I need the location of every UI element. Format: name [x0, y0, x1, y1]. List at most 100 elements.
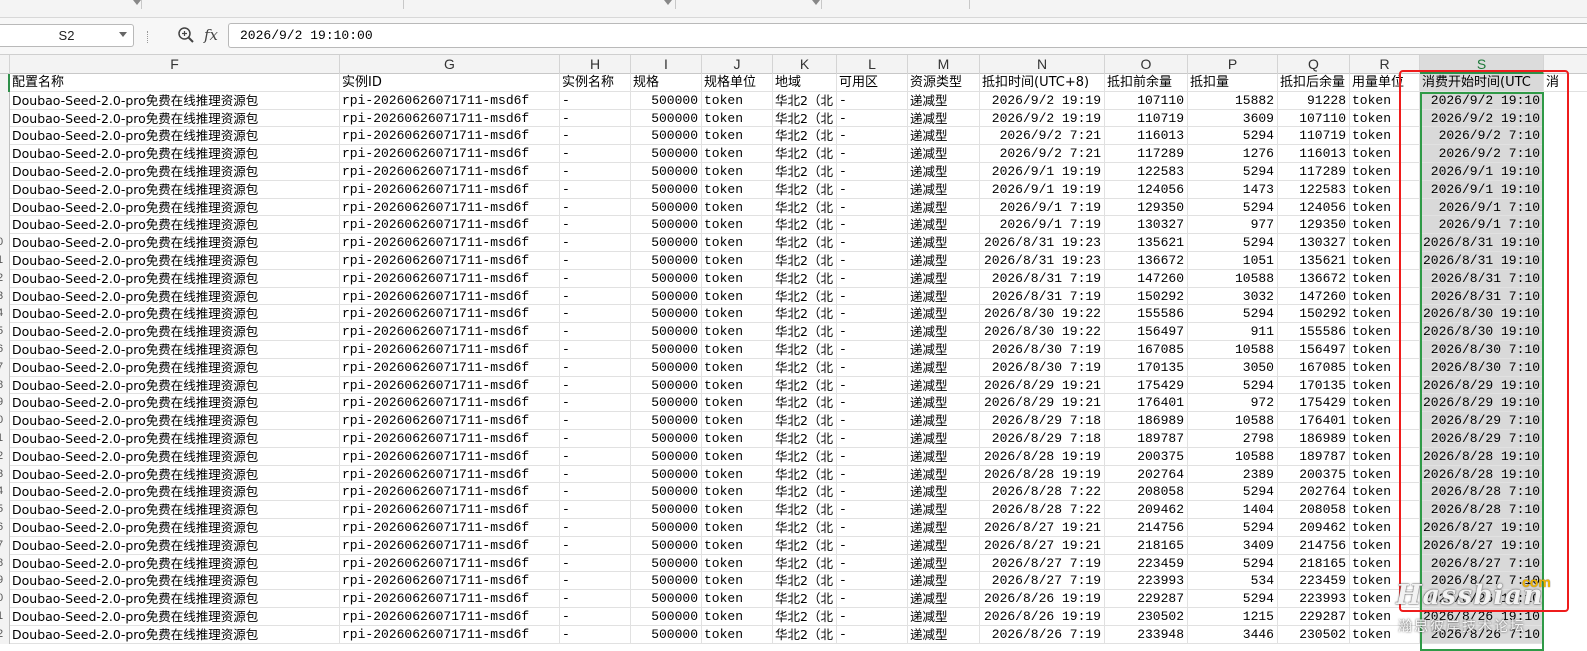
table-cell[interactable]: Doubao-Seed-2.0-pro免费在线推理资源包: [10, 269, 340, 288]
table-cell[interactable]: Doubao-Seed-2.0-pro免费在线推理资源包: [10, 608, 340, 626]
table-cell[interactable]: -: [560, 412, 631, 430]
fx-label[interactable]: fx: [204, 26, 218, 44]
sheet-grid[interactable]: 配置名称 实例ID 实例名称 规格 规格单位 地域 可用区 资源类型 抵扣时间(UTC+8) 抵扣…: [0, 74, 1587, 651]
table-cell[interactable]: -: [560, 590, 631, 608]
table-cell[interactable]: 递减型: [908, 430, 980, 448]
table-cell[interactable]: 抵扣后余量: [1278, 74, 1350, 92]
table-cell[interactable]: -: [837, 572, 908, 591]
table-cell[interactable]: 规格: [631, 74, 702, 92]
table-cell[interactable]: token: [1350, 163, 1420, 181]
table-cell[interactable]: 2026/8/29 19:21: [980, 376, 1105, 395]
table-cell[interactable]: 2026/8/29 7:10: [1420, 430, 1544, 448]
table-cell[interactable]: 500000: [631, 447, 702, 466]
table-cell[interactable]: Doubao-Seed-2.0-pro免费在线推理资源包: [10, 180, 340, 199]
table-cell[interactable]: 534: [1188, 572, 1278, 591]
table-cell[interactable]: 500000: [631, 109, 702, 128]
table-cell[interactable]: 2026/8/27 19:10: [1420, 536, 1544, 555]
table-cell[interactable]: 2026/8/31 19:10: [1420, 252, 1544, 270]
table-cell[interactable]: 1051: [1188, 252, 1278, 270]
table-cell[interactable]: token: [702, 536, 773, 555]
table-cell[interactable]: 2026/8/30 19:22: [980, 323, 1105, 341]
table-row[interactable]: Doubao-Seed-2.0-pro免费在线推理资源包 rpi-20260626…: [0, 163, 1587, 181]
table-cell[interactable]: 130327: [1278, 234, 1350, 252]
column-header-k[interactable]: K: [773, 55, 837, 74]
table-cell[interactable]: token: [702, 412, 773, 430]
row-header[interactable]: 0: [0, 234, 10, 252]
row-header[interactable]: [0, 74, 10, 92]
row-header[interactable]: 0: [0, 590, 10, 608]
table-cell[interactable]: 189787: [1105, 430, 1188, 448]
table-cell[interactable]: 500000: [631, 305, 702, 324]
table-cell[interactable]: 117289: [1105, 145, 1188, 163]
table-cell[interactable]: Doubao-Seed-2.0-pro免费在线推理资源包: [10, 625, 340, 644]
table-cell[interactable]: -: [560, 625, 631, 644]
row-header[interactable]: 5: [0, 501, 10, 519]
table-row[interactable]: 5Doubao-Seed-2.0-pro免费在线推理资源包rpi-2026062…: [0, 501, 1587, 519]
table-cell[interactable]: 156497: [1278, 341, 1350, 359]
table-cell[interactable]: rpi-20260626071711-msd6f: [340, 341, 560, 359]
table-cell[interactable]: 2026/8/26 7:19: [980, 625, 1105, 644]
table-cell[interactable]: rpi-20260626071711-msd6f: [340, 536, 560, 555]
table-cell[interactable]: 223993: [1278, 590, 1350, 608]
table-cell[interactable]: 2026/8/28 7:22: [980, 501, 1105, 519]
table-cell[interactable]: 2026/8/28 7:10: [1420, 483, 1544, 502]
table-cell[interactable]: token: [702, 625, 773, 644]
table-cell[interactable]: Doubao-Seed-2.0-pro免费在线推理资源包: [10, 252, 340, 270]
table-cell[interactable]: 124056: [1105, 180, 1188, 199]
table-cell[interactable]: rpi-20260626071711-msd6f: [340, 109, 560, 128]
table-cell[interactable]: rpi-20260626071711-msd6f: [340, 91, 560, 110]
table-cell[interactable]: 500000: [631, 163, 702, 181]
table-cell[interactable]: 500000: [631, 625, 702, 644]
table-cell[interactable]: -: [837, 483, 908, 502]
table-cell[interactable]: token: [702, 447, 773, 466]
table-cell[interactable]: 递减型: [908, 341, 980, 359]
table-cell[interactable]: 递减型: [908, 590, 980, 608]
table-cell[interactable]: token: [702, 216, 773, 235]
name-box[interactable]: S2: [0, 24, 134, 47]
table-cell[interactable]: 214756: [1278, 536, 1350, 555]
table-cell[interactable]: -: [560, 608, 631, 626]
row-header[interactable]: [0, 91, 10, 110]
table-cell[interactable]: 递减型: [908, 501, 980, 519]
table-cell[interactable]: Doubao-Seed-2.0-pro免费在线推理资源包: [10, 198, 340, 217]
table-cell[interactable]: 500000: [631, 323, 702, 341]
table-cell[interactable]: 2026/8/26 19:19: [980, 608, 1105, 626]
table-cell[interactable]: 500000: [631, 465, 702, 484]
table-cell[interactable]: Doubao-Seed-2.0-pro免费在线推理资源包: [10, 91, 340, 110]
table-cell[interactable]: 递减型: [908, 91, 980, 110]
table-cell[interactable]: 2026/8/30 7:19: [980, 358, 1105, 377]
table-cell[interactable]: 资源类型: [908, 74, 980, 92]
table-cell[interactable]: -: [837, 305, 908, 324]
table-cell[interactable]: -: [560, 163, 631, 181]
table-cell[interactable]: Doubao-Seed-2.0-pro免费在线推理资源包: [10, 430, 340, 448]
table-cell[interactable]: 175429: [1105, 376, 1188, 395]
table-cell[interactable]: rpi-20260626071711-msd6f: [340, 163, 560, 181]
table-cell[interactable]: 147260: [1278, 287, 1350, 306]
table-cell[interactable]: 5294: [1188, 554, 1278, 573]
table-cell[interactable]: token: [1350, 519, 1420, 537]
table-cell[interactable]: 500000: [631, 234, 702, 252]
table-row[interactable]: 1Doubao-Seed-2.0-pro免费在线推理资源包rpi-2026062…: [0, 252, 1587, 270]
table-row[interactable]: Doubao-Seed-2.0-pro免费在线推理资源包 rpi-20260626…: [0, 145, 1587, 163]
table-cell[interactable]: 华北2（北: [773, 519, 837, 537]
table-cell[interactable]: 华北2（北: [773, 376, 837, 395]
table-cell[interactable]: rpi-20260626071711-msd6f: [340, 590, 560, 608]
table-cell[interactable]: 递减型: [908, 234, 980, 252]
table-row[interactable]: 6Doubao-Seed-2.0-pro免费在线推理资源包rpi-2026062…: [0, 519, 1587, 537]
table-cell[interactable]: token: [702, 269, 773, 288]
row-header[interactable]: 1: [0, 252, 10, 270]
table-cell[interactable]: token: [702, 572, 773, 591]
table-cell[interactable]: 递减型: [908, 625, 980, 644]
table-cell[interactable]: rpi-20260626071711-msd6f: [340, 394, 560, 413]
table-cell[interactable]: 2026/8/30 19:22: [980, 305, 1105, 324]
table-cell[interactable]: -: [837, 269, 908, 288]
table-cell[interactable]: 500000: [631, 91, 702, 110]
table-cell[interactable]: 2026/9/2 7:21: [980, 145, 1105, 163]
table-cell[interactable]: 135621: [1278, 252, 1350, 270]
table-cell[interactable]: token: [702, 519, 773, 537]
table-cell[interactable]: 递减型: [908, 198, 980, 217]
table-cell[interactable]: 2026/8/28 7:10: [1420, 501, 1544, 519]
table-cell[interactable]: 华北2（北: [773, 287, 837, 306]
table-cell[interactable]: 229287: [1105, 590, 1188, 608]
table-cell[interactable]: -: [837, 625, 908, 644]
